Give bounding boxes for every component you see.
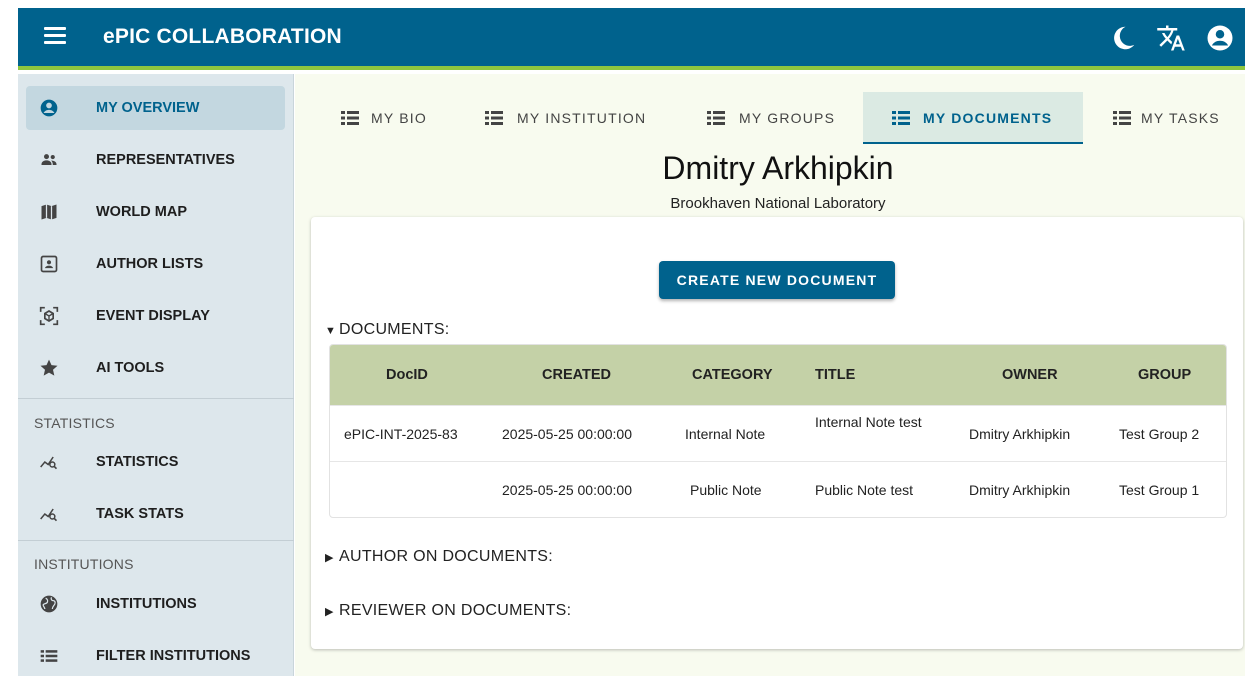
chart-search-icon bbox=[40, 456, 58, 470]
reviewer-on-documents-expander[interactable]: ▶ REVIEWER ON DOCUMENTS: bbox=[325, 602, 571, 620]
profile-name: Dmitry Arkhipkin bbox=[662, 150, 894, 186]
cell-created: 2025-05-25 00:00:00 bbox=[502, 482, 632, 498]
documents-table: DocID CREATED CATEGORY TITLE OWNER GROUP… bbox=[329, 344, 1227, 518]
sidebar-item-label: REPRESENTATIVES bbox=[96, 152, 235, 168]
author-on-documents-expander[interactable]: ▶ AUTHOR ON DOCUMENTS: bbox=[325, 548, 553, 566]
list-icon bbox=[485, 111, 503, 125]
cell-category: Internal Note bbox=[685, 426, 766, 442]
column-header-created[interactable]: CREATED bbox=[542, 367, 611, 383]
tab-my-institution[interactable]: MY INSTITUTION bbox=[460, 92, 670, 144]
cell-owner: Dmitry Arkhipkin bbox=[969, 426, 1071, 442]
sidebar-item-label: TASK STATS bbox=[96, 506, 184, 522]
cell-title: Internal Note test bbox=[815, 414, 922, 430]
sidebar-item-label: EVENT DISPLAY bbox=[96, 308, 210, 324]
tab-label: MY INSTITUTION bbox=[517, 110, 647, 126]
triangle-right-icon: ▶ bbox=[325, 606, 334, 618]
tab-label: MY BIO bbox=[371, 110, 427, 126]
sidebar-item-world-map[interactable]: WORLD MAP bbox=[26, 190, 285, 234]
sidebar-item-filter-institutions[interactable]: FILTER INSTITUTIONS bbox=[26, 634, 285, 676]
cell-created: 2025-05-25 00:00:00 bbox=[502, 426, 632, 442]
section-title-institutions: INSTITUTIONS bbox=[34, 556, 134, 572]
sidebar-item-label: MY OVERVIEW bbox=[96, 100, 200, 116]
column-header-docid[interactable]: DocID bbox=[386, 367, 428, 383]
create-document-button[interactable]: CREATE NEW DOCUMENT bbox=[659, 261, 895, 299]
app-title: ePIC COLLABORATION bbox=[103, 25, 342, 48]
tab-my-groups[interactable]: MY GROUPS bbox=[680, 92, 850, 144]
menu-icon[interactable] bbox=[44, 27, 66, 47]
app-bar: ePIC COLLABORATION bbox=[18, 8, 1245, 70]
tab-label: MY TASKS bbox=[1141, 110, 1220, 126]
sidebar-item-author-lists[interactable]: AUTHOR LISTS bbox=[26, 242, 285, 286]
moon-icon[interactable] bbox=[1108, 23, 1138, 53]
sidebar-divider bbox=[18, 398, 294, 399]
reviewer-section-label: REVIEWER ON DOCUMENTS: bbox=[339, 602, 572, 619]
tab-label: MY DOCUMENTS bbox=[923, 110, 1053, 126]
sidebar-item-my-overview[interactable]: MY OVERVIEW bbox=[26, 86, 285, 130]
author-section-label: AUTHOR ON DOCUMENTS: bbox=[339, 548, 553, 565]
list-icon bbox=[1113, 111, 1131, 125]
documents-expander[interactable]: ▼ DOCUMENTS: bbox=[325, 321, 450, 339]
map-icon bbox=[41, 204, 57, 220]
sidebar-item-ai-tools[interactable]: AI TOOLS bbox=[26, 346, 285, 390]
globe-icon bbox=[40, 595, 58, 613]
sidebar-item-event-display[interactable]: EVENT DISPLAY bbox=[26, 294, 285, 338]
documents-card: CREATE NEW DOCUMENT ▼ DOCUMENTS: DocID CR… bbox=[311, 217, 1243, 649]
cell-group: Test Group 2 bbox=[1119, 426, 1200, 442]
sidebar-item-institutions[interactable]: INSTITUTIONS bbox=[26, 582, 285, 626]
main-content: MY BIO MY INSTITUTION MY GROUPS MY DOCUM… bbox=[295, 74, 1245, 676]
list-icon bbox=[40, 650, 58, 662]
list-icon bbox=[707, 111, 725, 125]
documents-section-label: DOCUMENTS: bbox=[339, 321, 450, 338]
column-header-owner[interactable]: OWNER bbox=[1002, 367, 1058, 383]
triangle-down-icon: ▼ bbox=[325, 325, 337, 337]
tab-my-bio[interactable]: MY BIO bbox=[315, 92, 455, 144]
star-icon bbox=[40, 359, 58, 376]
sidebar-divider bbox=[18, 540, 294, 541]
cell-title: Public Note test bbox=[815, 482, 914, 498]
sidebar-item-label: FILTER INSTITUTIONS bbox=[96, 648, 251, 664]
sidebar-item-label: WORLD MAP bbox=[96, 204, 188, 220]
cell-group: Test Group 1 bbox=[1119, 482, 1200, 498]
table-header: DocID CREATED CATEGORY TITLE OWNER GROUP bbox=[330, 345, 1226, 405]
profile-institution: Brookhaven National Laboratory bbox=[670, 195, 886, 212]
sidebar-item-label: STATISTICS bbox=[96, 454, 179, 470]
triangle-right-icon: ▶ bbox=[325, 552, 334, 564]
sidebar: MY OVERVIEW REPRESENTATIVES WORLD MAP AU… bbox=[18, 74, 294, 676]
sidebar-item-label: INSTITUTIONS bbox=[96, 596, 197, 612]
sidebar-item-task-stats[interactable]: TASK STATS bbox=[26, 492, 285, 536]
section-title-statistics: STATISTICS bbox=[34, 415, 115, 431]
cell-docid: ePIC-INT-2025-83 bbox=[344, 426, 458, 442]
tab-my-documents[interactable]: MY DOCUMENTS bbox=[863, 92, 1083, 144]
column-header-group[interactable]: GROUP bbox=[1138, 367, 1191, 383]
sidebar-item-representatives[interactable]: REPRESENTATIVES bbox=[26, 138, 285, 182]
contact-card-icon bbox=[40, 255, 58, 273]
account-icon[interactable] bbox=[1205, 23, 1235, 53]
list-icon bbox=[892, 111, 910, 125]
people-icon bbox=[41, 154, 57, 165]
list-icon bbox=[341, 111, 359, 125]
column-header-title[interactable]: TITLE bbox=[815, 367, 855, 383]
sidebar-item-statistics[interactable]: STATISTICS bbox=[26, 440, 285, 484]
table-row[interactable]: ePIC-INT-2025-83 2025-05-25 00:00:00 Int… bbox=[330, 405, 1226, 461]
column-header-category[interactable]: CATEGORY bbox=[692, 367, 773, 383]
cell-category: Public Note bbox=[690, 482, 762, 498]
translate-icon[interactable] bbox=[1156, 23, 1186, 53]
tab-label: MY GROUPS bbox=[739, 110, 836, 126]
tab-my-tasks[interactable]: MY TASKS bbox=[1085, 92, 1245, 144]
table-row[interactable]: 2025-05-25 00:00:00 Public Note Public N… bbox=[330, 461, 1226, 517]
cube-scan-icon bbox=[39, 306, 59, 326]
account-circle-icon bbox=[40, 99, 58, 117]
cell-owner: Dmitry Arkhipkin bbox=[969, 482, 1071, 498]
sidebar-item-label: AI TOOLS bbox=[96, 360, 165, 376]
sidebar-item-label: AUTHOR LISTS bbox=[96, 256, 204, 272]
chart-search-icon bbox=[40, 508, 58, 522]
